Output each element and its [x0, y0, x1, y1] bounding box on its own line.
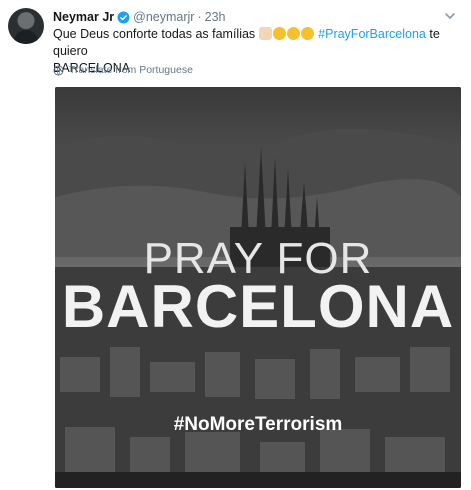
sobbing-face-emoji-icon: [300, 27, 314, 40]
image-hashtag: #NoMoreTerrorism: [173, 414, 343, 435]
tweet-header: Neymar Jr @neymarjr · 23h: [53, 8, 226, 26]
tweet-text-part: Que Deus conforte todas as famílias: [53, 27, 256, 41]
user-handle[interactable]: @neymarjr: [133, 10, 194, 24]
praying-hands-emoji-icon: [258, 27, 272, 40]
globe-icon: [53, 64, 64, 76]
chevron-down-icon[interactable]: [443, 9, 457, 23]
sad-face-emoji-icon: [286, 27, 300, 40]
tweet: Neymar Jr @neymarjr · 23h Que Deus confo…: [0, 0, 471, 490]
avatar[interactable]: [8, 8, 44, 44]
separator-dot: ·: [197, 10, 202, 24]
hashtag-link[interactable]: #PrayForBarcelona: [318, 27, 426, 41]
crying-face-emoji-icon: [272, 27, 286, 40]
tweet-image[interactable]: PRAY FOR BARCELONA #NoMoreTerrorism: [55, 87, 461, 488]
verified-icon: [117, 11, 130, 24]
timestamp[interactable]: 23h: [205, 10, 226, 24]
image-text-line2: BARCELONA: [61, 273, 455, 340]
display-name[interactable]: Neymar Jr: [53, 10, 114, 24]
translate-label: Translate from Portuguese: [69, 64, 193, 76]
translate-link[interactable]: Translate from Portuguese: [53, 64, 193, 76]
